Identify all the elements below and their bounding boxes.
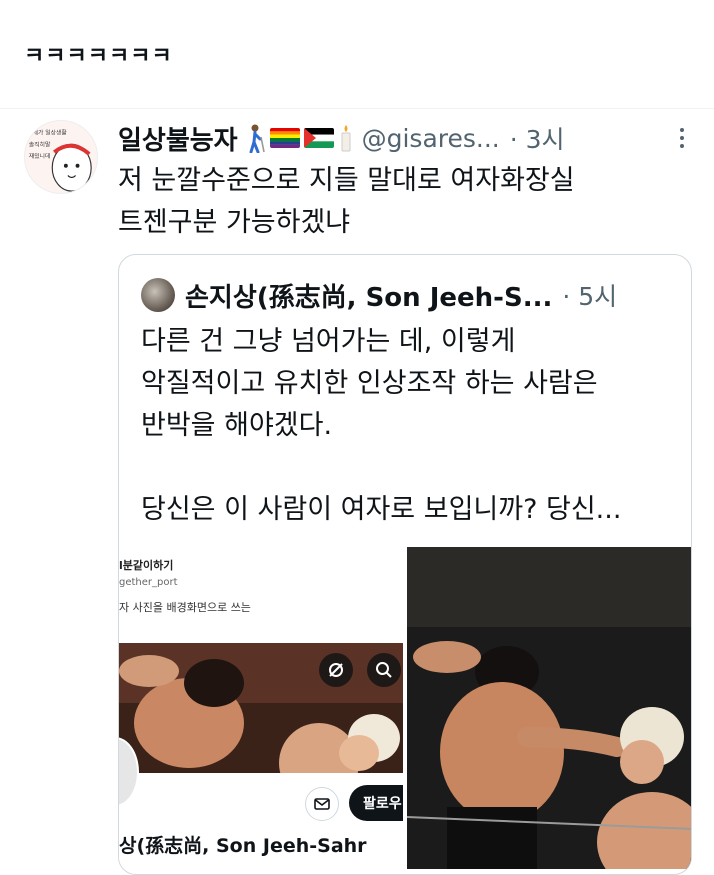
hide-icon[interactable] [319,653,353,687]
rainbow-flag-icon [269,128,300,148]
quote-timestamp: · 5시 [562,282,618,311]
quote-media-screenshot[interactable]: l분같이하기 gether_port 자 사진을 배경화면으로 쓰는 팔로우 상… [119,547,403,869]
quote-media-photo[interactable] [407,547,691,869]
top-reply-text: ㅋㅋㅋㅋㅋㅋㅋ [24,44,173,69]
svg-text:솔직히말: 솔직히말 [29,140,51,148]
search-icon[interactable] [367,653,401,687]
tweet-text-line: 트젠구분 가능하겠냐 [118,207,351,238]
svg-text:재밌니데: 재밌니데 [29,152,50,160]
screenshot-handle: gether_port [119,577,178,588]
handle[interactable]: @gisares... [362,124,500,153]
screenshot-banner [119,643,403,773]
candle-icon [341,125,351,152]
timestamp[interactable]: · 3시 [510,120,565,156]
avatar[interactable]: .세가 일상생활 솔직히말 재밌니데 [24,120,98,194]
tweet-text-line: 저 눈깔수준으로 지들 말대로 여자화장실 [118,165,575,196]
mail-icon[interactable] [305,787,339,821]
more-icon[interactable] [670,126,694,150]
name-emojis [244,123,354,153]
person-with-cane-icon [249,124,265,153]
tweet-text: 저 눈깔수준으로 지들 말대로 여자화장실 트젠구분 가능하겠냐 [118,160,678,244]
screenshot-title: l분같이하기 [119,559,174,572]
quoted-tweet[interactable]: 손지상(孫志尚, Son Jeeh-S... · 5시 다른 건 그냥 넘어가는… [118,254,692,875]
quote-text: 다른 건 그냥 넘어가는 데, 이렇게 악질적이고 유치한 인상조작 하는 사람… [141,326,622,525]
display-name[interactable]: 일상불능자 [118,120,238,157]
quote-display-name: 손지상(孫志尚, Son Jeeh-S... [185,282,553,313]
screenshot-display-name: 상(孫志尚, Son Jeeh-Sahr [119,835,367,857]
wrestling-photo [407,547,691,869]
quote-avatar[interactable] [141,278,175,312]
follow-button[interactable]: 팔로우 [349,785,403,821]
svg-text:.세가 일상생활: .세가 일상생활 [31,129,68,137]
palestine-flag-icon [303,128,334,148]
screenshot-description: 자 사진을 배경화면으로 쓰는 [119,601,251,614]
quote-header: 손지상(孫志尚, Son Jeeh-S... · 5시 [141,277,617,313]
tweet-header: 일상불능자 @gisares... · 3시 [118,120,565,156]
